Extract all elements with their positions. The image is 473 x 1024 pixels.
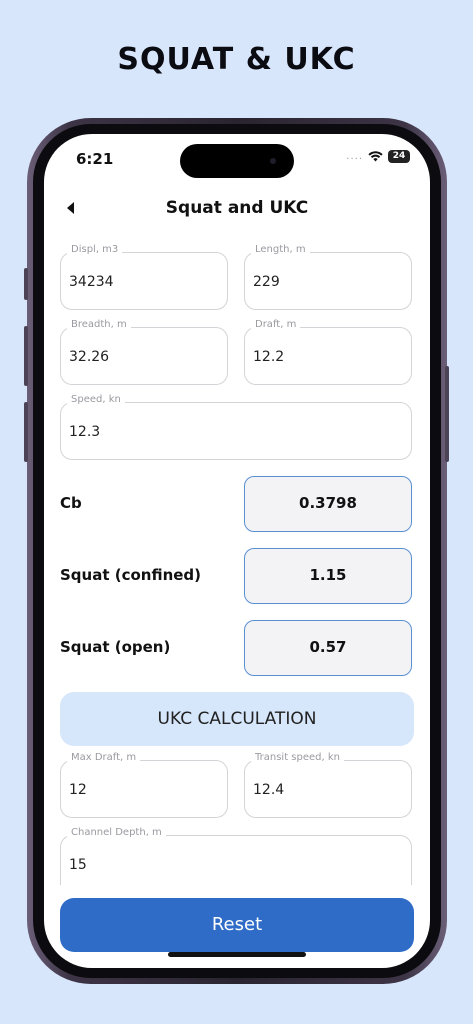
displ-value[interactable]: 34234 (69, 274, 114, 290)
transit-speed-field[interactable]: Transit speed, kn 12.4 (244, 752, 412, 818)
draft-value[interactable]: 12.2 (253, 349, 284, 365)
channel-depth-label: Channel Depth, m (67, 827, 166, 838)
breadth-label: Breadth, m (67, 319, 131, 330)
breadth-field[interactable]: Breadth, m 32.26 (60, 319, 228, 385)
side-button-volume-up (24, 326, 28, 386)
displ-label: Displ, m3 (67, 244, 123, 255)
length-value[interactable]: 229 (253, 274, 280, 290)
breadth-value[interactable]: 32.26 (69, 349, 109, 365)
length-label: Length, m (251, 244, 310, 255)
status-time: 6:21 (76, 150, 114, 168)
squat-confined-label: Squat (confined) (60, 566, 202, 584)
side-button-volume-down (24, 402, 28, 462)
wifi-icon (368, 151, 383, 162)
status-icons: .... 24 (346, 150, 410, 163)
max-draft-field[interactable]: Max Draft, m 12 (60, 752, 228, 818)
battery-icon: 24 (388, 150, 410, 163)
home-indicator[interactable] (168, 952, 306, 957)
cb-value: 0.3798 (244, 476, 412, 532)
max-draft-label: Max Draft, m (67, 752, 141, 763)
squat-open-value: 0.57 (244, 620, 412, 676)
channel-depth-value[interactable]: 15 (69, 857, 87, 873)
speed-label: Speed, kn (67, 394, 125, 405)
ukc-calculation-header[interactable]: UKC CALCULATION (60, 692, 414, 746)
transit-speed-value[interactable]: 12.4 (253, 782, 284, 798)
squat-confined-value: 1.15 (244, 548, 412, 604)
speed-value[interactable]: 12.3 (69, 424, 100, 440)
side-button-power (445, 366, 449, 462)
side-button-mute (24, 268, 28, 300)
length-field[interactable]: Length, m 229 (244, 244, 412, 310)
squat-open-label: Squat (open) (60, 638, 171, 656)
draft-label: Draft, m (251, 319, 301, 330)
transit-speed-label: Transit speed, kn (251, 752, 344, 763)
max-draft-value[interactable]: 12 (69, 782, 87, 798)
channel-depth-field[interactable]: Channel Depth, m 15 (60, 827, 412, 885)
signal-icon: .... (346, 151, 363, 162)
screen-title: Squat and UKC (165, 198, 309, 218)
page-banner-title: SQUAT & UKC (117, 42, 356, 77)
dynamic-island (180, 144, 294, 178)
camera-dot (270, 158, 276, 164)
draft-field[interactable]: Draft, m 12.2 (244, 319, 412, 385)
app-screen: 6:21 .... 24 Squat and UKC Displ, m3 342… (44, 134, 430, 968)
cb-label: Cb (60, 494, 82, 512)
speed-field[interactable]: Speed, kn 12.3 (60, 394, 412, 460)
reset-button[interactable]: Reset (60, 898, 414, 952)
displ-field[interactable]: Displ, m3 34234 (60, 244, 228, 310)
